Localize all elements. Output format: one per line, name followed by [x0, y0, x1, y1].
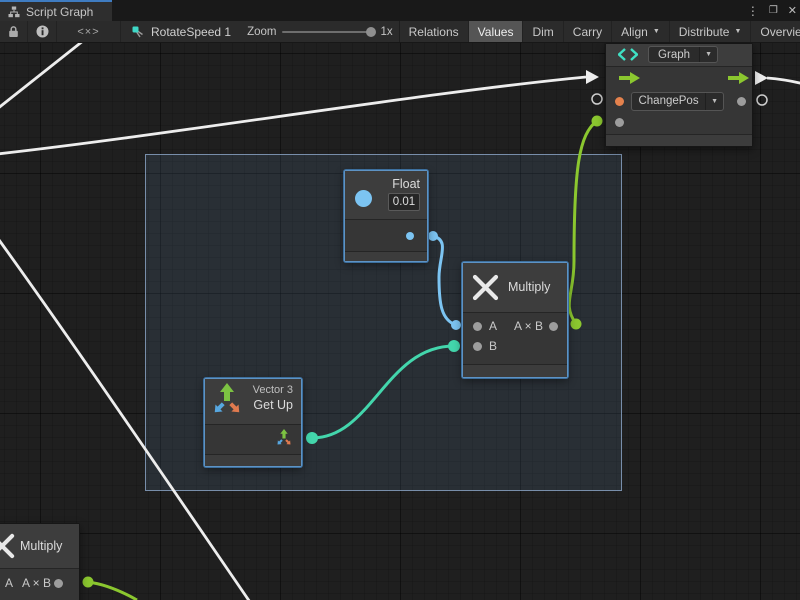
window-controls: ⋮ ❐ ✕ [747, 0, 797, 21]
node-header[interactable]: Vector 3 Get Up [205, 379, 301, 425]
relations-button[interactable]: Relations [400, 21, 469, 42]
carry-button[interactable]: Carry [564, 21, 612, 42]
node-footer[interactable] [463, 364, 567, 377]
dim-button[interactable]: Dim [523, 21, 563, 42]
node-footer[interactable] [606, 134, 752, 146]
code-preview-button[interactable]: <×> [57, 21, 121, 42]
graph-reference-icon [131, 25, 145, 39]
wire-multiply-to-graphunit[interactable] [569, 121, 597, 324]
port-b-dot[interactable] [473, 342, 482, 351]
overview-button[interactable]: Overview [751, 21, 800, 42]
wire-float-to-multiply-a[interactable] [433, 236, 456, 325]
unconnected-port-ring-left[interactable] [592, 94, 602, 104]
wire-bottom-multiply-out[interactable] [88, 582, 137, 600]
zoom-slider-handle[interactable] [366, 27, 376, 37]
zoom-control: Zoom 1x [241, 21, 399, 42]
node-footer[interactable] [205, 454, 301, 466]
port-orange-dot[interactable] [615, 97, 624, 106]
distribute-dropdown-button[interactable]: Distribute ▼ [670, 21, 752, 42]
graph-canvas[interactable]: Graph ▼ ChangePos ▼ Float 0.01 [0, 43, 800, 600]
port-a-dot[interactable] [473, 322, 482, 331]
flow-arrow-cap-in[interactable] [586, 70, 599, 84]
values-button[interactable]: Values [469, 21, 524, 42]
port-a-label: A [5, 576, 13, 590]
window-close-icon[interactable]: ✕ [788, 4, 797, 17]
graph-dropdown[interactable]: Graph ▼ [648, 46, 718, 63]
flow-out-arrow-icon[interactable] [728, 71, 750, 85]
node-multiply[interactable]: Multiply A A × B B [462, 262, 568, 378]
node-title: Multiply [508, 280, 550, 294]
window-menu-icon[interactable]: ⋮ [747, 4, 759, 18]
port-out-label: A × B [22, 576, 51, 590]
wire-cap[interactable] [306, 432, 318, 444]
script-graph-icon [8, 6, 20, 18]
wire-cap[interactable] [451, 320, 461, 330]
lock-button[interactable] [0, 21, 28, 42]
node-title: Get Up [253, 398, 293, 412]
info-button[interactable] [28, 21, 57, 42]
wire-cap[interactable] [83, 577, 94, 588]
wire-white-from-graph-output[interactable] [767, 78, 800, 84]
flow-arrow-cap-out[interactable] [755, 71, 768, 85]
graph-reference-button[interactable]: RotateSpeed 1 [121, 21, 241, 42]
wire-cap[interactable] [592, 116, 603, 127]
port-out-label: A × B [514, 319, 543, 333]
tab-bar: Script Graph ⋮ ❐ ✕ [0, 0, 800, 21]
float-value-input[interactable]: 0.01 [388, 193, 420, 211]
zoom-label: Zoom [247, 26, 276, 38]
unconnected-port-ring-right[interactable] [757, 95, 767, 105]
chevron-down-icon: ▼ [705, 93, 723, 110]
code-chevrons-icon [618, 48, 638, 61]
vector3-output-port-icon[interactable] [275, 429, 293, 447]
window-maximize-icon[interactable]: ❐ [769, 5, 778, 16]
node-multiply-partial[interactable]: Multiply A A × B [0, 523, 80, 600]
tab-script-graph[interactable]: Script Graph [0, 0, 112, 21]
wire-cap[interactable] [571, 319, 582, 330]
align-dropdown-button[interactable]: Align ▼ [612, 21, 670, 42]
code-preview-icon: <×> [77, 26, 99, 38]
zoom-slider[interactable] [282, 31, 374, 33]
chevron-down-icon: ▼ [734, 28, 741, 35]
node-header[interactable]: Graph ▼ [606, 44, 752, 67]
port-b-label: B [489, 339, 497, 353]
port-out-dot[interactable] [549, 322, 558, 331]
lock-icon [8, 25, 19, 38]
wire-getup-to-multiply-b[interactable] [312, 346, 454, 438]
multiply-x-icon [0, 533, 15, 559]
node-type-label: Vector 3 [253, 384, 293, 396]
flow-in-arrow-icon[interactable] [619, 71, 641, 85]
node-footer[interactable] [345, 251, 427, 261]
wire-cap[interactable] [428, 231, 438, 241]
port-dot[interactable] [615, 118, 624, 127]
port-out-dot[interactable] [54, 579, 63, 588]
node-header[interactable]: Multiply [463, 263, 567, 313]
float-output-port[interactable] [406, 232, 414, 240]
chevron-down-icon: ▼ [699, 47, 717, 62]
multiply-x-icon [472, 274, 499, 301]
node-vector3-getup[interactable]: Vector 3 Get Up [204, 378, 302, 467]
node-title: Multiply [20, 539, 62, 553]
graph-reference-label: RotateSpeed 1 [151, 25, 231, 39]
chevron-down-icon: ▼ [653, 28, 660, 35]
wire-white-to-graph-input[interactable] [0, 77, 586, 155]
vector3-axes-icon [211, 383, 243, 417]
wire-white-topleft[interactable] [0, 43, 93, 113]
port-dot[interactable] [737, 97, 746, 106]
node-float[interactable]: Float 0.01 [344, 170, 428, 262]
node-graph-unit[interactable]: Graph ▼ ChangePos ▼ [605, 43, 753, 147]
node-header[interactable]: Float 0.01 [345, 171, 427, 220]
wire-cap[interactable] [448, 340, 460, 352]
changepos-dropdown[interactable]: ChangePos ▼ [631, 92, 724, 111]
zoom-value: 1x [380, 26, 392, 38]
graph-toolbar: <×> RotateSpeed 1 Zoom 1x Relations Valu… [0, 21, 800, 43]
tab-title: Script Graph [26, 5, 93, 19]
node-header[interactable]: Multiply [0, 524, 79, 569]
float-circle-icon [355, 190, 372, 207]
node-title: Float [388, 177, 420, 191]
info-icon [36, 25, 49, 38]
port-a-label: A [489, 319, 497, 333]
